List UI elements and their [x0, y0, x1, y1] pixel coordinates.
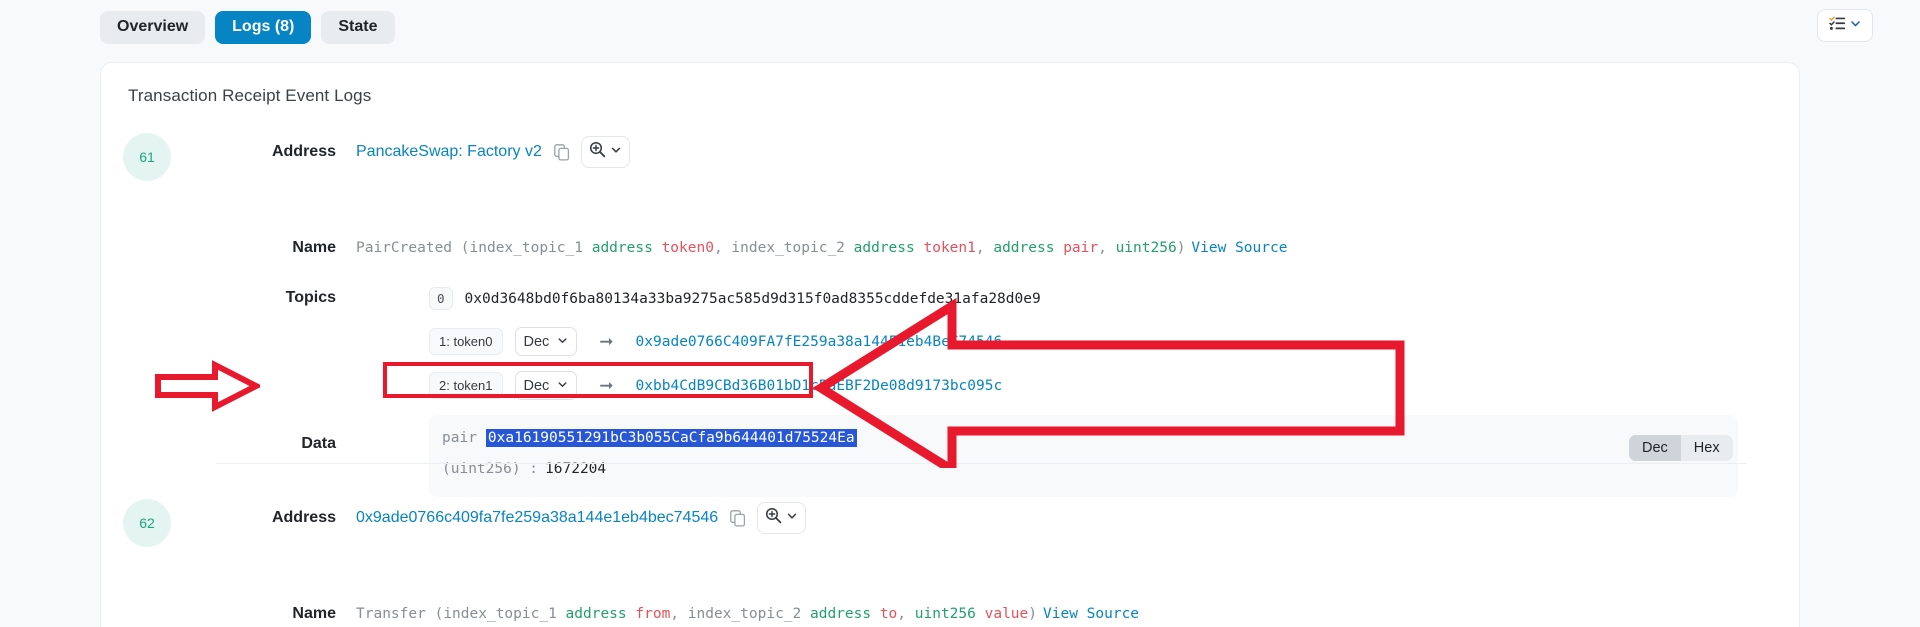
- hex-button[interactable]: Hex: [1681, 435, 1733, 461]
- dec-button[interactable]: Dec: [1629, 435, 1681, 461]
- tab-overview[interactable]: Overview: [100, 10, 206, 44]
- address-row: Address PancakeSwap: Factory v2: [216, 136, 630, 168]
- dec-hex-toggle: Dec Hex: [1629, 435, 1733, 461]
- magnifier-plus-icon: [589, 141, 606, 163]
- address-row: Address 0x9ade0766c409fa7fe259a38a144e1e…: [216, 502, 807, 534]
- topic-format-value: Dec: [523, 333, 550, 350]
- log-index-badge: 61: [123, 133, 171, 181]
- address-value[interactable]: 0x9ade0766c409fa7fe259a38a144e1eb4bec745…: [356, 509, 718, 527]
- topic-format-select[interactable]: Dec: [514, 327, 578, 356]
- data-key: pair: [442, 430, 477, 446]
- tab-state[interactable]: State: [321, 10, 395, 44]
- topic-index: 1: token0: [429, 328, 503, 355]
- log-index-badge: 62: [123, 499, 171, 547]
- event-signature: PairCreated (index_topic_1 address token…: [356, 240, 1186, 256]
- logs-page: Overview Logs (8) State Transaction Rece…: [0, 0, 1920, 627]
- zoom-dropdown-button[interactable]: [580, 136, 630, 168]
- data-row: Data: [216, 435, 336, 453]
- list-check-icon: [1828, 15, 1846, 36]
- data-panel: pair 0xa16190551291bC3b055CaCfa9b644401d…: [429, 415, 1738, 497]
- topic-value: 0x0d3648bd0f6ba80134a33ba9275ac585d9d315…: [464, 290, 1041, 307]
- topic-item-1: 1: token0 Dec ➞ 0x9ade0766C409FA7fE259a3…: [429, 327, 1002, 356]
- red-rectangle-annotation: [383, 362, 813, 398]
- copy-icon[interactable]: [554, 143, 570, 161]
- event-logs-card: Transaction Receipt Event Logs 61 Addres…: [100, 62, 1800, 627]
- tab-logs[interactable]: Logs (8): [215, 10, 312, 44]
- zoom-dropdown-button[interactable]: [757, 502, 807, 534]
- name-row: Name PairCreated (index_topic_1 address …: [216, 239, 1287, 257]
- data-value-selected[interactable]: 0xa16190551291bC3b055CaCfa9b644401d75524…: [485, 429, 857, 447]
- topic-item-0: 0 0x0d3648bd0f6ba80134a33ba9275ac585d9d3…: [429, 287, 1041, 310]
- data-line-pair: pair 0xa16190551291bC3b055CaCfa9b644401d…: [442, 429, 857, 447]
- event-signature: Transfer (index_topic_1 address from, in…: [356, 606, 1037, 622]
- name-row: Name Transfer (index_topic_1 address fro…: [216, 605, 1139, 623]
- chevron-down-icon: [1849, 17, 1862, 35]
- log-divider: [216, 463, 1747, 464]
- address-label: Address: [271, 509, 336, 526]
- address-value[interactable]: PancakeSwap: Factory v2: [356, 143, 542, 161]
- topic-value[interactable]: 0x9ade0766C409FA7fE259a38a144E1eb4BeC745…: [636, 334, 1003, 350]
- topics-row: Topics: [216, 289, 336, 307]
- topic-index: 0: [429, 287, 453, 310]
- address-label: Address: [271, 143, 336, 160]
- data-label: Data: [301, 435, 336, 452]
- chevron-down-icon: [557, 334, 568, 350]
- page-title: Transaction Receipt Event Logs: [128, 86, 372, 105]
- topics-label: Topics: [285, 289, 336, 306]
- copy-icon[interactable]: [730, 509, 746, 527]
- chevron-down-icon: [610, 143, 622, 161]
- view-mode-button[interactable]: [1817, 9, 1873, 42]
- tab-bar: Overview Logs (8) State: [100, 9, 1920, 45]
- view-source-link[interactable]: View Source: [1043, 606, 1139, 622]
- right-arrow-icon: ➞: [599, 331, 614, 351]
- name-label: Name: [292, 605, 336, 622]
- name-label: Name: [292, 239, 336, 256]
- magnifier-plus-icon: [765, 507, 782, 529]
- view-source-link[interactable]: View Source: [1191, 240, 1287, 256]
- chevron-down-icon: [786, 509, 798, 527]
